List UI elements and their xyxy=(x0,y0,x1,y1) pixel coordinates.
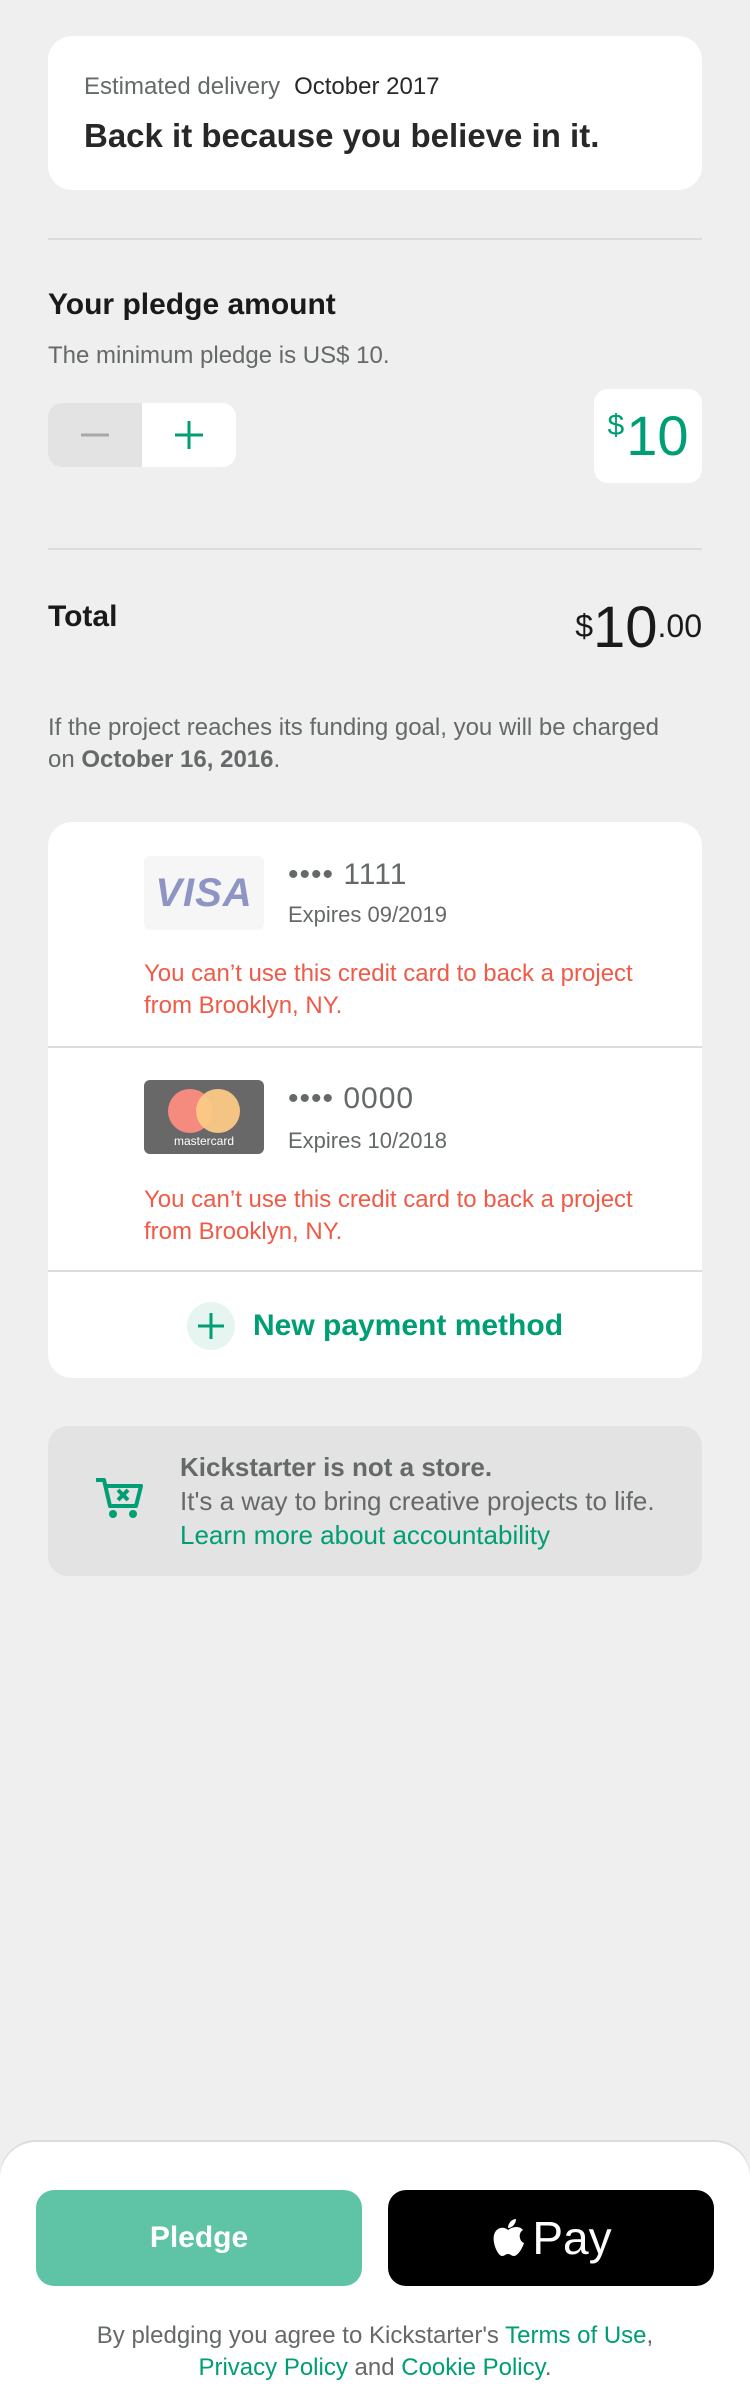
decrement-button[interactable] xyxy=(48,403,142,467)
funding-note: If the project reaches its funding goal,… xyxy=(48,712,668,776)
visa-brand-text: VISA xyxy=(155,870,253,915)
total-whole: 10 xyxy=(593,595,658,660)
pledge-amount-input[interactable]: $ 10 xyxy=(594,389,702,483)
not-a-store-text: Kickstarter is not a store. It's a way t… xyxy=(180,1450,670,1552)
funding-note-date: October 16, 2016 xyxy=(81,746,274,773)
card-expiry: Expires 10/2018 xyxy=(288,1128,447,1153)
visa-icon: VISA xyxy=(144,856,264,930)
total-currency-symbol: $ xyxy=(575,608,593,644)
pledge-stepper xyxy=(48,403,236,467)
terms-separator: , xyxy=(646,2322,654,2349)
cookie-policy-link[interactable]: Cookie Policy xyxy=(401,2354,545,2381)
pledge-amount-title: Your pledge amount xyxy=(48,288,336,321)
estimated-delivery-label: Estimated delivery xyxy=(84,73,281,100)
reward-header-card: Estimated delivery October 2017 Back it … xyxy=(48,36,702,190)
terms-separator: and xyxy=(347,2354,402,2381)
new-payment-method-button[interactable]: New payment method xyxy=(48,1270,702,1378)
card-number: •••• 1111 xyxy=(288,858,408,891)
cart-icon xyxy=(94,1476,144,1525)
pledge-bottom-sheet: Pledge Pay By pledging you agree to Kick… xyxy=(0,2142,750,2400)
terms-notice: By pledging you agree to Kickstarter's T… xyxy=(60,2320,690,2384)
payment-method-visa[interactable]: VISA •••• 1111 Expires 09/2019 You can’t… xyxy=(48,822,702,1046)
estimated-delivery-value: October 2017 xyxy=(294,73,440,100)
new-payment-method-label: New payment method xyxy=(252,1309,564,1342)
total-label: Total xyxy=(48,600,118,633)
header-title: Back it because you believe in it. xyxy=(84,117,600,154)
total-cents: .00 xyxy=(657,608,702,644)
minimum-pledge-text: The minimum pledge is US$ 10. xyxy=(48,342,390,369)
card-expiry: Expires 09/2019 xyxy=(288,902,447,927)
payment-method-mastercard[interactable]: mastercard •••• 0000 Expires 10/2018 You… xyxy=(48,1046,702,1272)
not-a-store-title: Kickstarter is not a store. xyxy=(180,1452,493,1482)
apple-pay-button[interactable]: Pay xyxy=(388,2190,714,2286)
mastercard-icon: mastercard xyxy=(144,1080,264,1154)
privacy-policy-link[interactable]: Privacy Policy xyxy=(198,2354,347,2381)
apple-pay-label: Pay xyxy=(532,2212,612,2264)
pledge-button[interactable]: Pledge xyxy=(36,2190,362,2286)
terms-of-use-link[interactable]: Terms of Use xyxy=(505,2322,646,2349)
divider xyxy=(48,238,702,240)
plus-icon xyxy=(197,1313,224,1339)
divider xyxy=(48,548,702,550)
minus-icon xyxy=(81,433,109,437)
accountability-link[interactable]: Learn more about accountability xyxy=(180,1520,550,1550)
plus-circle-icon xyxy=(186,1302,235,1350)
payment-methods-card: VISA •••• 1111 Expires 09/2019 You can’t… xyxy=(48,822,702,1378)
mastercard-brand-text: mastercard xyxy=(173,1134,235,1148)
funding-note-suffix: . xyxy=(273,746,281,773)
apple-icon xyxy=(493,2219,525,2256)
terms-prefix: By pledging you agree to Kickstarter's xyxy=(96,2322,506,2349)
estimated-delivery: Estimated delivery October 2017 xyxy=(84,72,666,102)
not-a-store-body: It's a way to bring creative projects to… xyxy=(180,1486,655,1516)
increment-button[interactable] xyxy=(142,403,236,467)
terms-end: . xyxy=(544,2354,552,2381)
card-number: •••• 0000 xyxy=(288,1082,415,1115)
pledge-amount-value: 10 xyxy=(626,404,689,467)
not-a-store-notice: Kickstarter is not a store. It's a way t… xyxy=(48,1426,702,1576)
total-amount: $ 10 .00 xyxy=(575,596,702,660)
plus-icon xyxy=(175,421,203,449)
card-error-message: You can’t use this credit card to back a… xyxy=(144,960,633,1019)
pledge-currency-symbol: $ xyxy=(607,409,625,442)
card-error-message: You can’t use this credit card to back a… xyxy=(144,1186,633,1245)
